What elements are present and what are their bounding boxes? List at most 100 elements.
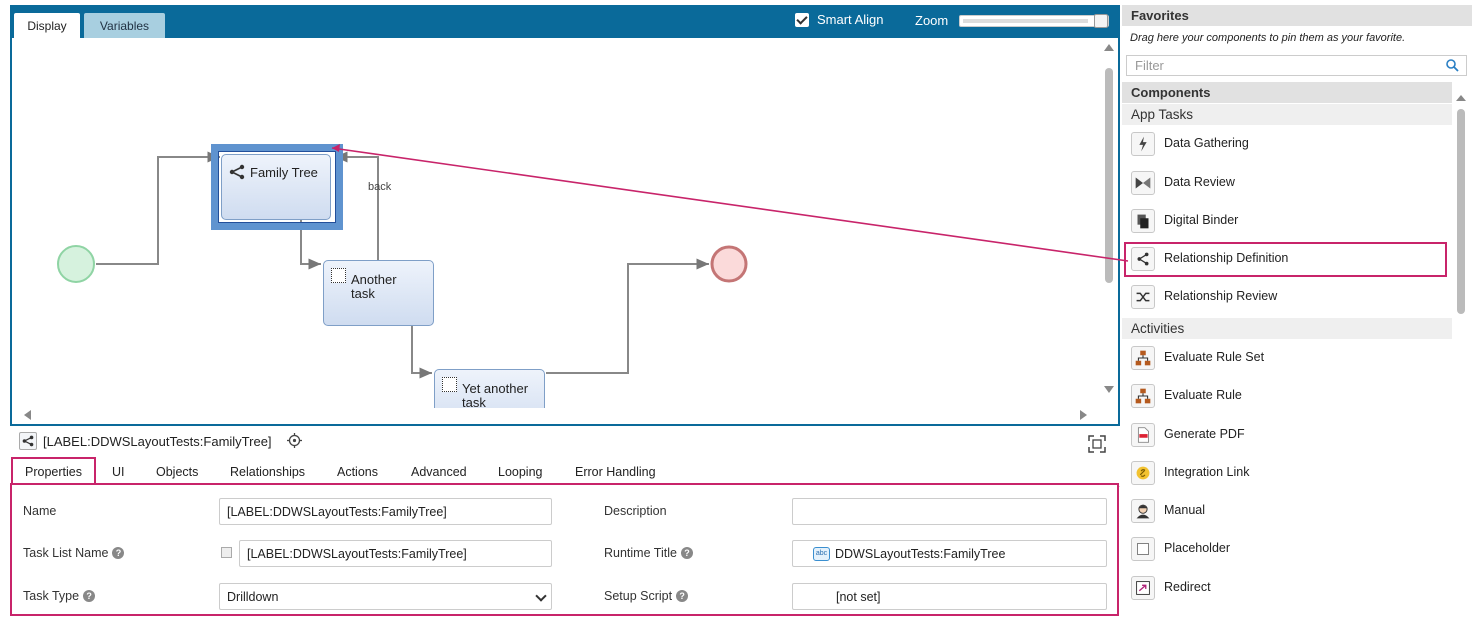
share-icon: [229, 164, 245, 180]
start-event[interactable]: [57, 245, 95, 283]
task-type-value: Drilldown: [227, 589, 279, 604]
person-icon: [1131, 499, 1155, 523]
locate-target-icon[interactable]: [287, 433, 302, 448]
filter-placeholder: Filter: [1135, 58, 1164, 73]
help-icon[interactable]: ?: [83, 590, 96, 602]
diagram-connectors: back: [57, 151, 748, 379]
chevron-down-icon: [535, 590, 547, 602]
share-icon: [19, 432, 37, 450]
component-evaluate-rule-set[interactable]: Evaluate Rule Set: [1122, 340, 1452, 376]
component-relationship-review[interactable]: Relationship Review: [1122, 279, 1452, 315]
task-list-name-field[interactable]: [LABEL:DDWSLayoutTests:FamilyTree]: [239, 540, 552, 567]
help-icon[interactable]: ?: [112, 547, 125, 559]
name-label: Name: [23, 504, 56, 518]
link-icon: [1131, 461, 1155, 485]
scroll-up-arrow-icon[interactable]: [1104, 44, 1114, 51]
properties-header: [LABEL:DDWSLayoutTests:FamilyTree]: [10, 430, 1120, 454]
description-field[interactable]: [792, 498, 1107, 525]
component-label: Evaluate Rule Set: [1164, 350, 1265, 364]
component-redirect[interactable]: Redirect: [1122, 570, 1452, 606]
favorites-header: Favorites: [1122, 5, 1472, 26]
share-icon: [1131, 247, 1155, 271]
lightning-icon: [1131, 132, 1155, 156]
help-icon[interactable]: ?: [680, 547, 693, 559]
search-icon[interactable]: [1446, 59, 1459, 72]
canvas-horizontal-scrollbar[interactable]: [12, 406, 1102, 424]
scroll-thumb[interactable]: [1105, 68, 1113, 283]
task-label: Yet another task: [462, 382, 540, 409]
component-placeholder[interactable]: Placeholder: [1122, 531, 1452, 567]
canvas-toolbar: Display Variables Smart Align Zoom: [12, 7, 1118, 38]
flow-another-to-yet[interactable]: [377, 317, 432, 379]
placeholder-icon: [331, 268, 346, 283]
tab-display[interactable]: Display: [14, 13, 80, 38]
zoom-slider-thumb[interactable]: [1094, 14, 1108, 28]
task-label-line-1: Another: [351, 272, 397, 287]
category-activities[interactable]: Activities: [1122, 318, 1452, 339]
smart-align-checkbox[interactable]: [795, 12, 809, 27]
name-field[interactable]: [LABEL:DDWSLayoutTests:FamilyTree]: [219, 498, 552, 525]
description-label-text: Description: [604, 504, 667, 518]
task-type-select[interactable]: Drilldown: [219, 583, 552, 610]
zoom-slider[interactable]: [959, 14, 1109, 28]
placeholder-icon: [1131, 537, 1155, 561]
component-label: Relationship Review: [1164, 289, 1278, 303]
setup-script-label: Setup Script ?: [604, 589, 689, 603]
scroll-down-arrow-icon[interactable]: [1104, 386, 1114, 393]
tab-variables[interactable]: Variables: [84, 13, 165, 38]
category-app-tasks[interactable]: App Tasks: [1122, 104, 1452, 125]
expression-abc-icon: abc: [813, 547, 830, 561]
process-designer: Display Variables Smart Align Zoom back …: [0, 0, 1480, 624]
fullscreen-icon[interactable]: [1088, 435, 1106, 453]
hierarchy-icon: [1131, 384, 1155, 408]
filter-input[interactable]: Filter: [1126, 55, 1467, 76]
component-generate-pdf[interactable]: Generate PDF: [1122, 417, 1452, 453]
component-label: Relationship Definition: [1164, 251, 1289, 265]
flow-start-to-family[interactable]: [96, 151, 220, 265]
component-label: Evaluate Rule: [1164, 388, 1242, 402]
setup-script-field[interactable]: [not set]: [792, 583, 1107, 610]
properties-form: Name [LABEL:DDWSLayoutTests:FamilyTree] …: [10, 483, 1119, 616]
canvas-vertical-scrollbar[interactable]: [1100, 38, 1118, 408]
component-label: Data Review: [1164, 175, 1235, 189]
favorites-hint: Drag here your components to pin them as…: [1130, 32, 1406, 44]
component-label: Integration Link: [1164, 465, 1250, 479]
task-label: Family Tree: [250, 165, 318, 180]
process-diagram[interactable]: back Family Tree Another task Yet anothe…: [12, 38, 1102, 408]
flow-yet-to-end[interactable]: [546, 258, 709, 374]
task-list-name-label: Task List Name ?: [23, 546, 125, 560]
component-manual[interactable]: Manual: [1122, 493, 1452, 529]
component-evaluate-rule[interactable]: Evaluate Rule: [1122, 378, 1452, 414]
scroll-right-arrow-icon[interactable]: [1080, 410, 1087, 420]
zoom-track: [963, 19, 1088, 23]
end-event[interactable]: [710, 245, 748, 283]
runtime-title-field[interactable]: abc DDWSLayoutTests:FamilyTree: [792, 540, 1107, 567]
setup-script-label-text: Setup Script: [604, 589, 673, 603]
task-type-label-text: Task Type: [23, 589, 80, 603]
runtime-title-label: Runtime Title ?: [604, 546, 693, 560]
name-label-text: Name: [23, 504, 57, 518]
runtime-title-value: DDWSLayoutTests:FamilyTree: [835, 546, 1006, 561]
smart-align-toggle[interactable]: Smart Align: [795, 12, 883, 27]
description-label: Description: [604, 504, 667, 518]
task-yet-another[interactable]: Yet another task: [434, 369, 545, 408]
task-another[interactable]: Another task: [323, 260, 434, 326]
component-label: Placeholder: [1164, 541, 1231, 555]
redirect-icon: [1131, 576, 1155, 600]
component-integration-link[interactable]: Integration Link: [1122, 455, 1452, 491]
sidebar-vertical-scrollbar[interactable]: [1453, 89, 1469, 615]
placeholder-icon: [442, 377, 457, 392]
component-digital-binder[interactable]: Digital Binder: [1122, 203, 1452, 239]
component-relationship-definition[interactable]: Relationship Definition: [1122, 241, 1452, 277]
scroll-left-arrow-icon[interactable]: [24, 410, 31, 420]
component-label: Digital Binder: [1164, 213, 1239, 227]
component-data-review[interactable]: Data Review: [1122, 165, 1452, 201]
component-label: Generate PDF: [1164, 427, 1245, 441]
scroll-thumb[interactable]: [1457, 109, 1465, 314]
task-type-label: Task Type ?: [23, 589, 96, 603]
help-icon[interactable]: ?: [676, 590, 689, 602]
properties-title: [LABEL:DDWSLayoutTests:FamilyTree]: [43, 434, 272, 449]
task-family-tree[interactable]: Family Tree: [221, 154, 331, 220]
scroll-up-arrow-icon[interactable]: [1456, 95, 1466, 101]
component-data-gathering[interactable]: Data Gathering: [1122, 126, 1452, 162]
